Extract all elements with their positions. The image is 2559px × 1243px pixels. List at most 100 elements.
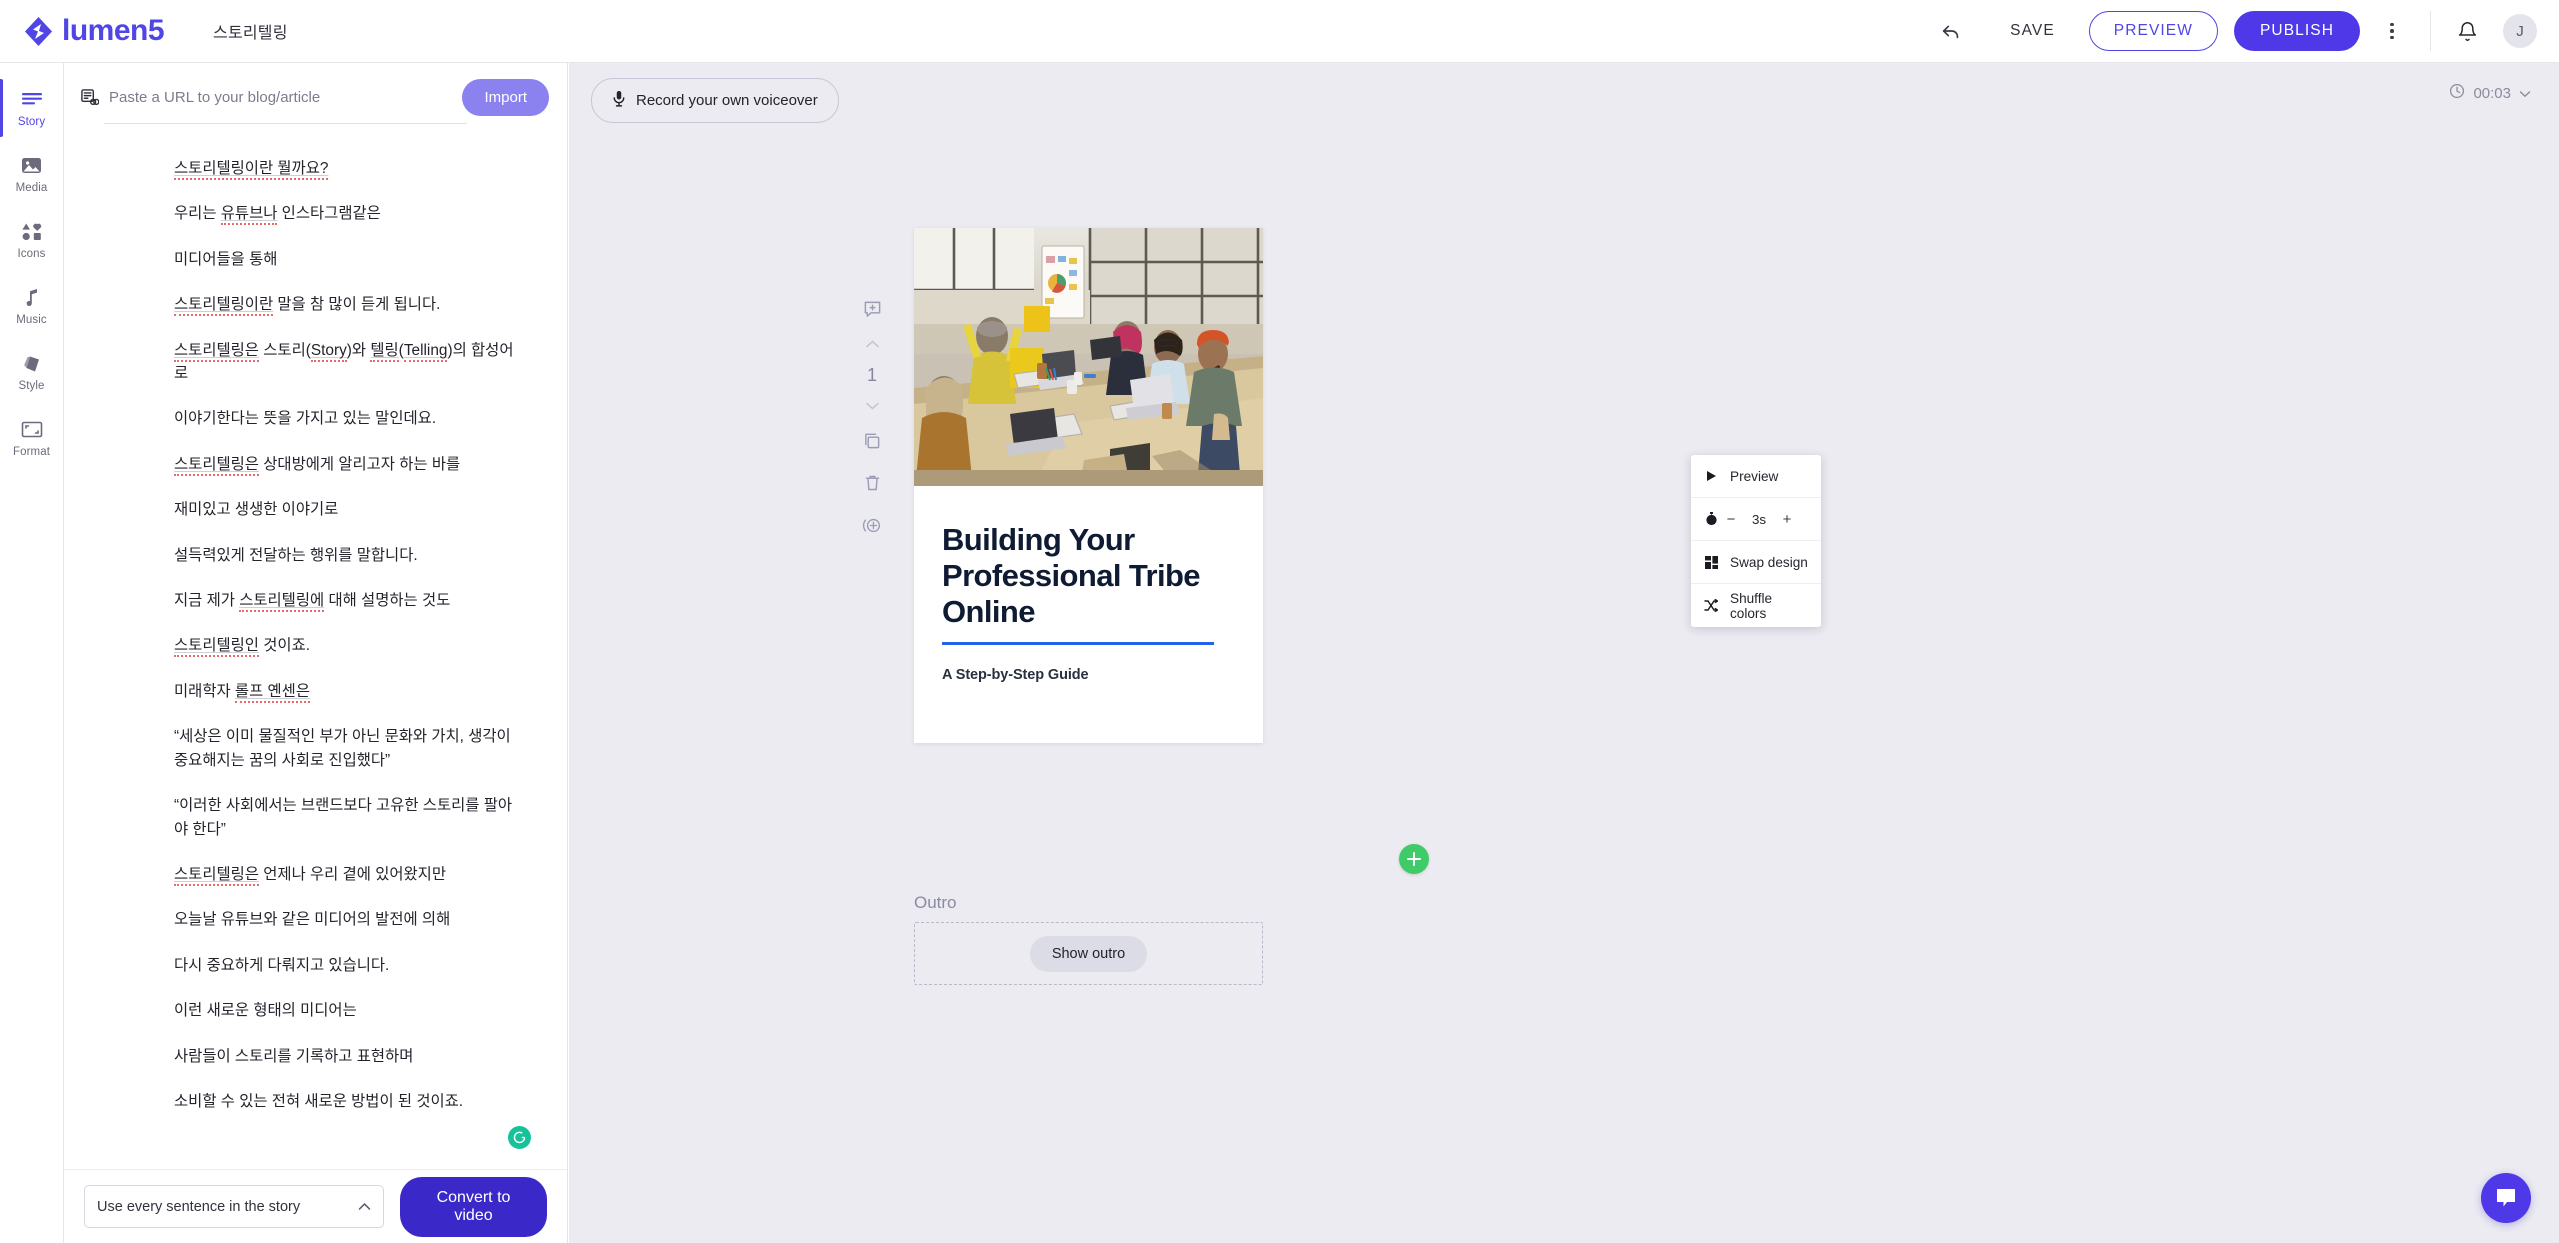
sidebar-item-format[interactable]: Format [0,405,63,471]
brand-name: lumen5 [62,14,165,47]
save-button[interactable]: SAVE [1994,12,2071,50]
scene-subtitle[interactable]: A Step-by-Step Guide [942,667,1235,683]
lumen5-logo-icon [22,15,55,48]
preview-button[interactable]: PREVIEW [2088,11,2218,51]
context-menu-shuffle-colors-label: Shuffle colors [1730,590,1773,621]
scene-duration-control: − 3s + [1691,498,1821,541]
story-paragraph[interactable]: 스토리텔링인 것이죠. [174,634,525,658]
url-import-row: Import [64,63,567,131]
story-paragraph[interactable]: 미디어들을 통해 [174,248,525,271]
chevron-up-icon [358,1199,371,1214]
story-paragraph[interactable]: 이런 새로운 형태의 미디어는 [174,999,525,1022]
outro-section: Outro Show outro [914,893,1263,985]
link-article-icon [76,88,102,107]
publish-button[interactable]: PUBLISH [2233,11,2360,51]
convert-to-video-button[interactable]: Convert to video [400,1176,547,1237]
sidebar-item-label: Icons [17,247,46,260]
avatar[interactable]: J [2503,14,2537,48]
outro-placeholder[interactable]: Show outro [914,922,1263,985]
microphone-icon [612,90,626,111]
context-menu-swap-design-label: Swap design [1730,554,1808,570]
story-paragraph[interactable]: 스토리텔링이란 뭘까요? [174,157,525,180]
story-paragraph[interactable]: 스토리텔링은 스토리(Story)와 텔링(Telling)의 합성어로 [174,339,525,386]
record-voice-icon[interactable] [862,504,883,546]
undo-button[interactable] [1930,10,1972,52]
duplicate-icon[interactable] [863,420,881,462]
duration-decrease-button[interactable]: − [1718,511,1744,528]
chevron-down-icon[interactable] [2519,85,2531,102]
topbar-actions: SAVE PREVIEW PUBLISH J [1930,0,2559,62]
story-paragraph[interactable]: 재미있고 생생한 이야기로 [174,498,525,521]
sidebar-item-icons[interactable]: Icons [0,207,63,273]
sidebar-item-style[interactable]: Style [0,339,63,405]
paragraph-text: 지금 제가 [174,592,240,610]
context-menu-swap-design[interactable]: Swap design [1691,541,1821,584]
stopwatch-icon [1704,512,1718,526]
import-button[interactable]: Import [462,78,549,116]
palette-icon [22,353,42,375]
spellcheck-term: 스토리텔링에 [239,592,325,613]
paragraph-text: 것이죠. [258,637,310,655]
duration-value: 3s [1751,511,1767,527]
url-input[interactable] [109,88,463,106]
duration-increase-button[interactable]: + [1774,511,1800,528]
scene-text-block[interactable]: Building Your Professional Tribe Online … [914,486,1263,743]
chat-bubble-icon[interactable] [2481,1173,2531,1223]
team-meeting-photo[interactable] [914,228,1263,486]
story-paragraph[interactable]: 미래학자 롤프 옌센은 [174,680,525,703]
brand-logo[interactable]: lumen5 [22,14,165,48]
move-scene-up-button[interactable] [865,330,880,358]
story-paragraph[interactable]: 이야기한다는 뜻을 가지고 있는 말인데요. [174,407,525,430]
duration-timer[interactable]: 00:03 [2449,83,2531,103]
trash-icon[interactable] [864,462,881,504]
grammarly-icon[interactable] [508,1126,531,1149]
scene-title[interactable]: Building Your Professional Tribe Online [942,522,1235,630]
sidebar-item-label: Media [15,181,48,194]
story-text-editor[interactable]: 스토리텔링이란 뭘까요? 우리는 유튜브나 인스타그램같은미디어들을 통해스토리텔… [64,131,567,1169]
move-scene-down-button[interactable] [865,392,880,420]
story-paragraph[interactable]: 사람들이 스토리를 기록하고 표현하며 [174,1045,525,1068]
paragraph-text: “세상은 이미 물질적인 부가 아닌 문화와 가치, 생각이 중요해지는 꿈의 … [174,728,511,769]
url-underline [104,123,467,124]
story-paragraph[interactable]: “이러한 사회에서는 브랜드보다 고유한 스토리를 팔아야 한다” [174,794,525,841]
story-paragraph[interactable]: 설득력있게 전달하는 행위를 말합니다. [174,544,525,567]
sentence-option-select[interactable]: Use every sentence in the story [84,1185,384,1228]
context-menu-shuffle-colors[interactable]: Shuffle colors [1691,584,1821,627]
sidebar-item-media[interactable]: Media [0,141,63,207]
outro-label: Outro [914,893,957,912]
add-comment-icon[interactable] [863,288,882,330]
spellcheck-term: 롤프 옌센은 [234,682,310,703]
spellcheck-term: Telling [403,341,448,362]
story-paragraph[interactable]: 소비할 수 있는 전혀 새로운 방법이 된 것이죠. [174,1090,525,1113]
sidebar-item-story[interactable]: Story [0,75,63,141]
story-paragraph[interactable]: 스토리텔링은 언제나 우리 곁에 있어왔지만 [174,863,525,886]
story-paragraph[interactable]: 스토리텔링이란 말을 참 많이 듣게 됩니다. [174,293,525,317]
story-paragraph[interactable]: 오늘날 유튜브와 같은 미디어의 발전에 의해 [174,908,525,931]
music-note-icon [24,287,40,309]
paragraph-text: 말을 참 많이 듣게 됩니다. [273,296,441,314]
paragraph-text: 상대방에게 알리고자 하는 바를 [258,455,461,473]
project-title[interactable]: 스토리텔링 [213,19,288,43]
paragraph-text: 소비할 수 있는 전혀 새로운 방법이 된 것이죠. [174,1092,464,1110]
image-icon [21,155,42,177]
context-menu-preview[interactable]: Preview [1691,455,1821,498]
top-toolbar: lumen5 스토리텔링 SAVE PREVIEW PUBLISH J [0,0,2559,63]
aspect-ratio-icon [21,419,43,441]
paragraph-text: 스토리( [258,341,311,359]
story-paragraph[interactable]: 우리는 유튜브나 인스타그램같은 [174,202,525,226]
spellcheck-term: 유튜브나 [220,205,278,226]
paragraph-text: )와 [346,341,371,359]
add-scene-plus-icon[interactable] [1399,844,1429,874]
spellcheck-term: 스토리텔링은 [174,865,259,886]
scene-number: 1 [866,364,877,385]
show-outro-button[interactable]: Show outro [1029,935,1148,972]
notification-bell-icon[interactable] [2445,9,2489,53]
record-voiceover-button[interactable]: Record your own voiceover [591,78,839,123]
scene-card[interactable]: Building Your Professional Tribe Online … [914,228,1263,743]
sidebar-item-music[interactable]: Music [0,273,63,339]
story-paragraph[interactable]: “세상은 이미 물질적인 부가 아닌 문화와 가치, 생각이 중요해지는 꿈의 … [174,725,525,772]
story-paragraph[interactable]: 스토리텔링은 상대방에게 알리고자 하는 바를 [174,453,525,476]
story-paragraph[interactable]: 지금 제가 스토리텔링에 대해 설명하는 것도 [174,589,525,613]
kebab-menu-icon[interactable] [2372,11,2412,51]
story-paragraph[interactable]: 다시 중요하게 다뤄지고 있습니다. [174,954,525,977]
